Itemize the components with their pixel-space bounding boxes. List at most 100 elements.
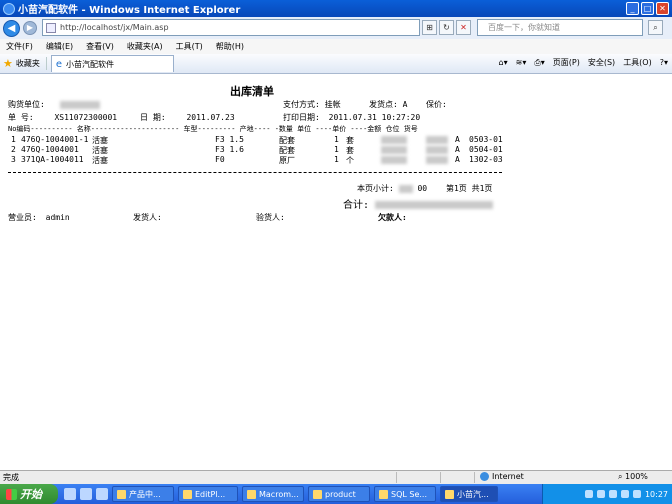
forward-button[interactable]: ▶ [23,21,37,35]
subtotal-suffix: 00 [417,184,428,193]
total-redacted [375,201,494,209]
menu-help[interactable]: 帮助(H) [216,41,244,52]
cell-code: 476Q-1004001-1 [21,135,89,144]
ie-tab-icon: e [55,58,63,70]
cell-model: F3 1.5 [215,135,244,144]
tray-icon[interactable] [632,490,641,498]
cell-amount-redacted [426,146,448,154]
desktop-quicklaunch-icon[interactable] [80,488,92,500]
zoom-control[interactable]: ⌕ 100% [618,472,648,482]
cell-no: 3 [11,155,16,164]
ship-row: 发货点: A [369,99,407,110]
home-icon[interactable]: ⌂▾ [499,58,508,67]
tray-icon[interactable] [596,490,605,498]
favorites-bar: ★ 收藏夹 e 小苗汽配软件 ⌂▾ ≋▾ ⎙▾ 页面(P) 安全(S) 工具(O… [0,54,672,74]
taskbar-button[interactable]: Macrom... [242,486,304,502]
taskbar-label: SQL Se... [391,489,428,499]
command-bar: ⌂▾ ≋▾ ⎙▾ 页面(P) 安全(S) 工具(O) ?▾ [499,57,668,68]
cell-item: 1302-03 [469,155,503,164]
cell-model: F0 [215,155,225,164]
print-label: 打印日期: [283,113,320,122]
quick-launch [64,488,108,500]
cell-price-redacted [381,136,407,144]
cell-name: 活塞 [92,156,108,165]
menu-bar: 文件(F) 编辑(E) 查看(V) 收藏夹(A) 工具(T) 帮助(H) [0,39,672,54]
maximize-button[interactable]: □ [641,2,654,15]
cell-price-redacted [381,156,407,164]
window-icon [247,489,256,499]
cell-loc: A [455,155,460,164]
menu-view[interactable]: 查看(V) [86,41,114,52]
tray-icon[interactable] [620,490,629,498]
ie-icon [445,489,454,499]
taskbar-button[interactable]: SQL Se... [374,486,436,502]
sign-row: 营业员: admin [8,212,70,223]
tray-icon[interactable] [584,490,593,498]
date-row: 日 期: 2011.07.23 [140,112,235,123]
taskbar-button[interactable]: product [308,486,370,502]
menu-edit[interactable]: 编辑(E) [46,41,73,52]
ship-label: 发货点: [369,100,398,109]
taskbar-label: EditPl... [195,489,226,499]
taskbar-button[interactable]: EditPl... [178,486,238,502]
clock: 10:27 [644,489,668,499]
window-icon [117,489,126,499]
taskbar-label: 产品中... [129,489,161,499]
refresh-button[interactable]: ↻ [439,20,454,35]
table-row: 2 476Q-1004001 活塞 F3 1.6 配套 1 套 A 0504-0… [11,145,503,155]
subtotal-label: 本页小计: [357,184,394,193]
shipper-label: 发货人: [133,213,162,222]
status-divider [440,472,441,483]
close-button[interactable]: ✕ [656,2,669,15]
status-divider [396,472,397,483]
menu-file[interactable]: 文件(F) [6,41,33,52]
minimize-button[interactable]: _ [626,2,639,15]
cell-amount-redacted [426,136,448,144]
buyer-label: 购货单位: [8,100,45,109]
safety-menu[interactable]: 安全(S) [588,57,615,68]
cell-qty: 1 [334,155,339,164]
taskbar-label: Macrom... [259,489,299,499]
total-label: 合计: [343,200,370,211]
taskbar: 开始 产品中... EditPl... Macrom... product SQ… [0,484,672,504]
page-menu[interactable]: 页面(P) [553,57,580,68]
address-toolbar: ◀ ▶ http://localhost/jx/Main.asp ⊞ ↻ ✕ 百… [0,17,672,39]
compat-view-button[interactable]: ⊞ [422,20,437,35]
search-input[interactable]: 百度一下，你就知道 [477,19,643,36]
search-icon[interactable]: ⌕ [648,20,663,35]
page-label: 第1页 共1页 [445,184,493,193]
media-quicklaunch-icon[interactable] [96,488,108,500]
address-field[interactable]: http://localhost/jx/Main.asp [42,19,420,36]
table-row: 1 476Q-1004001-1 活塞 F3 1.5 配套 1 套 A 0503… [11,135,503,145]
ie-icon [3,2,15,15]
cell-origin: 原厂 [279,156,295,165]
taskbar-label: 小苗汽... [457,489,489,499]
clerk-label: 营业员: [8,213,37,222]
tools-menu[interactable]: 工具(O) [623,57,652,68]
tray-icon[interactable] [608,490,617,498]
subtotal-row: 本页小计: 00 第1页 共1页 [357,183,492,194]
window-icon [379,489,388,499]
window-titlebar: 小苗汽配软件 - Windows Internet Explorer _ □ ✕ [0,0,672,17]
menu-tools[interactable]: 工具(T) [176,41,203,52]
stop-button[interactable]: ✕ [456,20,471,35]
window-title: 小苗汽配软件 - Windows Internet Explorer [18,5,241,16]
taskbar-button-active[interactable]: 小苗汽... [440,486,498,502]
tab-main[interactable]: e 小苗汽配软件 [50,55,174,72]
folder-icon [313,489,322,499]
back-button[interactable]: ◀ [3,19,20,37]
ie-quicklaunch-icon[interactable] [64,488,76,500]
favorites-button[interactable]: ★ 收藏夹 [3,57,47,70]
menu-favorites[interactable]: 收藏夹(A) [127,41,163,52]
rss-icon[interactable]: ≋▾ [516,58,527,67]
globe-icon [480,472,489,481]
cell-item: 0503-01 [469,135,503,144]
divider [8,172,502,173]
cell-qty: 1 [334,135,339,144]
start-button[interactable]: 开始 [0,484,58,504]
buyer-redacted [59,100,100,109]
print-icon[interactable]: ⎙▾ [534,58,544,68]
help-icon[interactable]: ?▾ [660,58,668,67]
taskbar-button[interactable]: 产品中... [112,486,174,502]
document-area: 出库清单 购货单位: 支付方式: 挂帐 发货点: A 保价: 单 号: XS11… [0,75,672,470]
